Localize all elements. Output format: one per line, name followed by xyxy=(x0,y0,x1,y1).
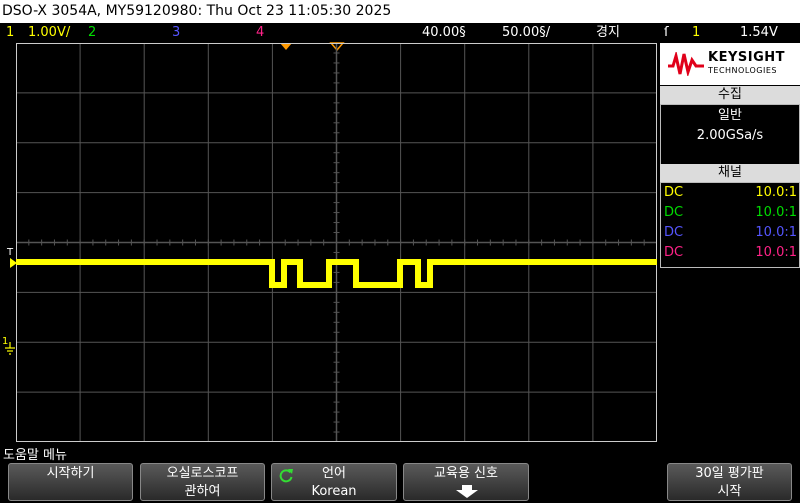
softkey-label: 30일 평가판 xyxy=(695,466,764,481)
ch3-coupling: DC xyxy=(664,225,684,240)
acquisition-mode: 일반 xyxy=(718,108,742,123)
softkey-trial-start[interactable]: 30일 평가판 시작 xyxy=(667,463,792,501)
channels-box: DC 10.0:1 DC 10.0:1 DC 10.0:1 DC 10.0:1 xyxy=(660,182,800,268)
trigger-level: 1.54V xyxy=(740,25,778,40)
ch4-indicator[interactable]: 4 xyxy=(256,23,264,42)
trigger-edge-icon: ſ xyxy=(664,25,669,40)
menu-title: 도움말 메뉴 xyxy=(3,448,67,463)
ground-icon[interactable] xyxy=(4,342,16,356)
down-arrow-icon xyxy=(456,485,478,498)
window-title: DSO-X 3054A, MY59120980: Thu Oct 23 11:0… xyxy=(0,0,800,23)
ch4-probe: 10.0:1 xyxy=(755,245,797,260)
softkey-label: 언어 xyxy=(322,466,346,481)
channel-row: DC 10.0:1 xyxy=(664,223,797,243)
ch4-coupling: DC xyxy=(664,245,684,260)
channel-row: DC 10.0:1 xyxy=(664,203,797,223)
ch2-probe: 10.0:1 xyxy=(755,205,797,220)
softkey-about-oscilloscope[interactable]: 오실로스코프 관하여 xyxy=(140,463,265,501)
ch2-indicator[interactable]: 2 xyxy=(88,23,96,42)
graticule xyxy=(16,43,657,442)
timebase-scale: 50.00§/ xyxy=(502,25,551,40)
sample-rate: 2.00GSa/s xyxy=(696,128,764,143)
softkey-label: 오실로스코프 xyxy=(166,466,239,481)
ch3-indicator[interactable]: 3 xyxy=(172,23,180,42)
waveform-display[interactable] xyxy=(16,43,657,442)
acquisition-header[interactable]: 수집 xyxy=(660,86,800,104)
softkey-language[interactable]: 언어 Korean xyxy=(271,463,397,501)
ch2-coupling: DC xyxy=(664,205,684,220)
ch1-indicator[interactable]: 1 xyxy=(6,23,14,42)
channel-row: DC 10.0:1 xyxy=(664,183,797,203)
ch1-coupling: DC xyxy=(664,185,684,200)
brand-name: KEYSIGHT xyxy=(708,50,785,65)
softkey-label: 시작하기 xyxy=(46,466,95,481)
horizontal-delay: 40.00§ xyxy=(422,25,466,40)
run-state: 경지 xyxy=(596,25,620,40)
softkey-sublabel: 관하여 xyxy=(184,484,221,499)
softkey-label: 교육용 신호 xyxy=(434,466,498,481)
channel-row: DC 10.0:1 xyxy=(664,243,797,263)
ch1-scale: 1.00V/ xyxy=(28,25,71,40)
softkey-training-signals[interactable]: 교육용 신호 xyxy=(403,463,529,501)
status-bar: 1 1.00V/ 2 3 4 40.00§ 50.00§/ 경지 ſ 1 1.5… xyxy=(0,23,800,42)
keysight-wave-icon xyxy=(668,52,704,76)
softkey-sublabel: 시작 xyxy=(717,484,742,499)
ch3-probe: 10.0:1 xyxy=(755,225,797,240)
ch1-probe: 10.0:1 xyxy=(755,185,797,200)
channels-header[interactable]: 채널 xyxy=(660,164,800,182)
keysight-logo: KEYSIGHT TECHNOLOGIES xyxy=(660,43,800,85)
softkey-value: Korean xyxy=(311,484,357,499)
brand-subtitle: TECHNOLOGIES xyxy=(708,66,777,75)
softkey-get-started[interactable]: 시작하기 xyxy=(8,463,133,501)
trigger-source: 1 xyxy=(692,25,701,40)
